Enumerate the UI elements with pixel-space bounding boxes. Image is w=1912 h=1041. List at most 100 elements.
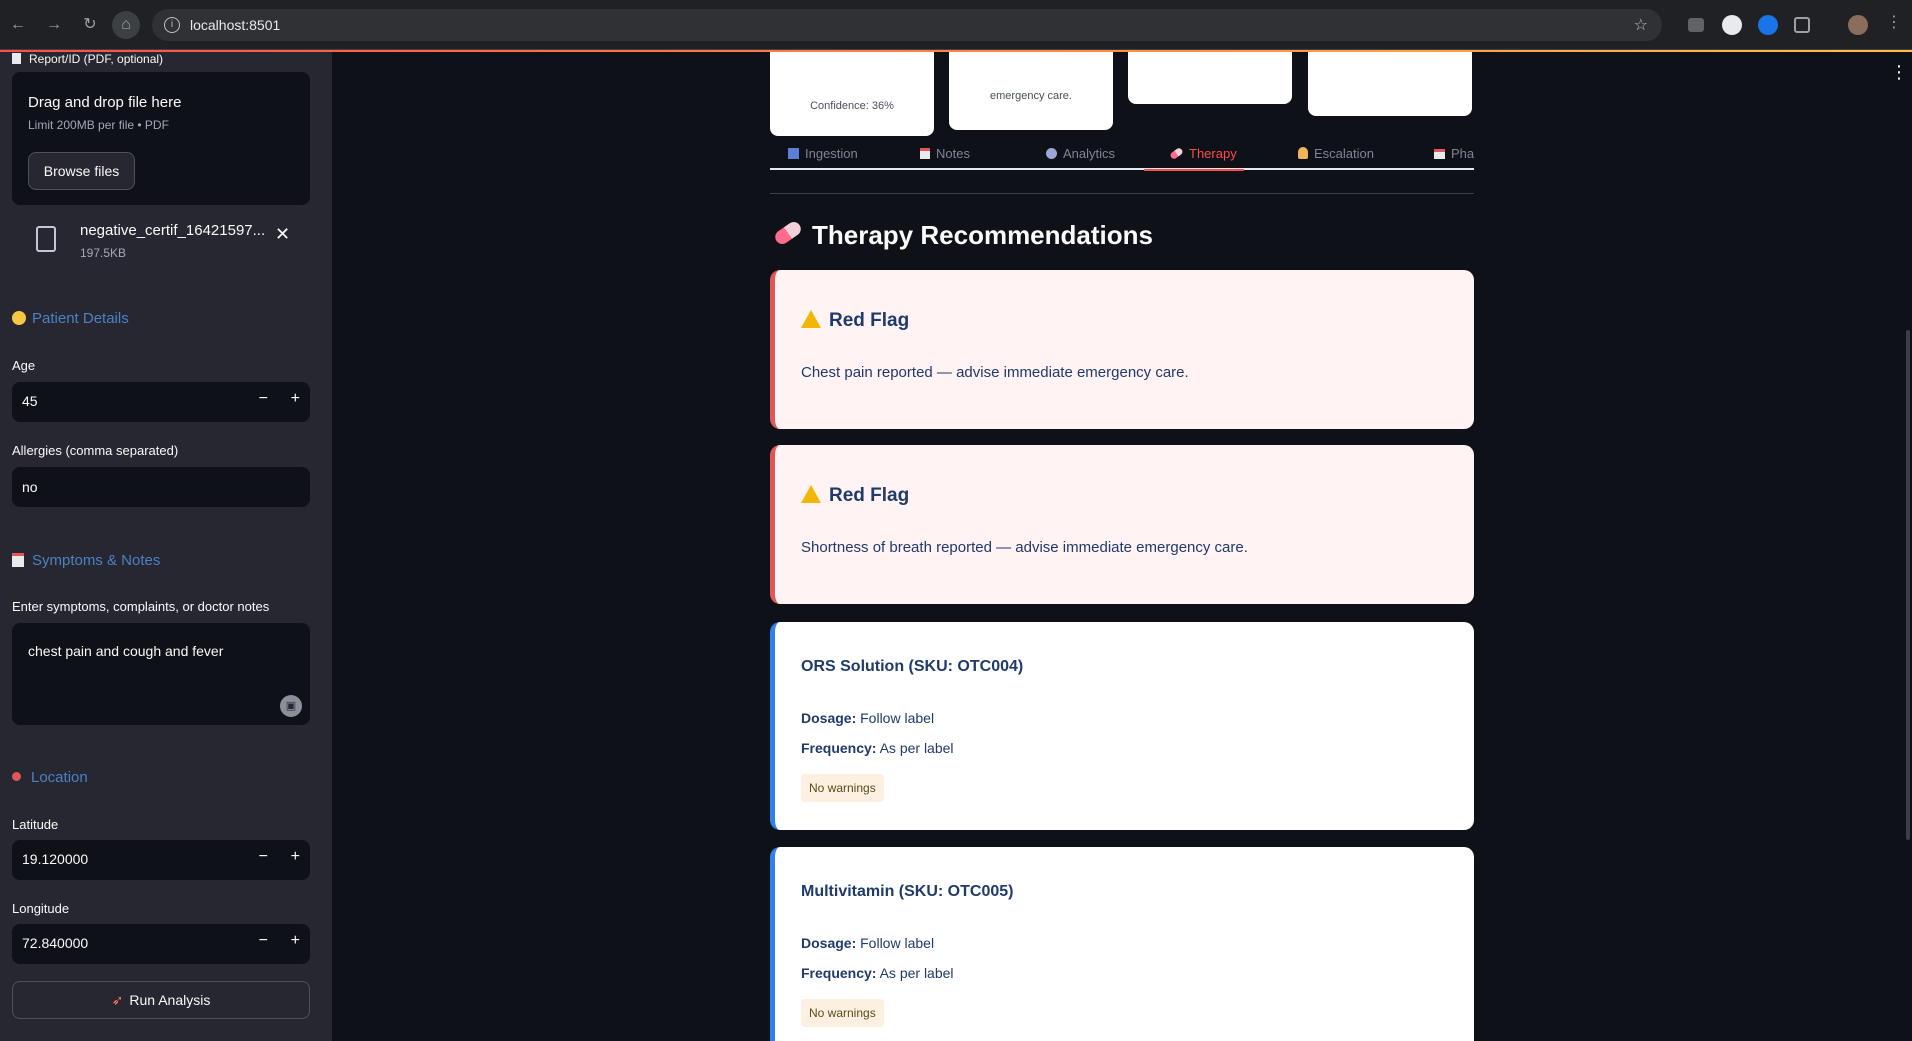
file-name: negative_certif_16421597... — [80, 222, 266, 239]
grammar-assist-icon[interactable]: ▣ — [280, 695, 302, 717]
patient-details-heading: Patient Details — [12, 310, 129, 327]
decrement-icon[interactable]: − — [259, 848, 268, 866]
analytics-icon — [1046, 148, 1057, 159]
home-icon[interactable]: ⌂ — [112, 11, 140, 39]
frequency-value: As per label — [879, 740, 954, 756]
metric-card: Confidence: 36% — [770, 52, 934, 136]
metric-card: emergency care. — [949, 52, 1113, 130]
main-content: Confidence: 36% emergency care. Ingestio… — [332, 52, 1912, 1041]
dosage-value: Follow label — [860, 710, 935, 726]
section-title: Therapy Recommendations — [772, 219, 1153, 251]
file-icon — [36, 226, 56, 252]
pill-icon — [1169, 146, 1184, 161]
extension-icon[interactable] — [1758, 15, 1778, 35]
medication-title: ORS Solution (SKU: OTC004) — [801, 658, 1024, 675]
url-text: localhost:8501 — [190, 17, 281, 33]
forward-icon[interactable]: → — [42, 13, 66, 37]
warning-icon — [801, 485, 821, 503]
pharmacy-icon — [1434, 149, 1445, 159]
metric-card-text: emergency care. — [990, 90, 1072, 102]
notes-icon — [920, 148, 930, 159]
allergies-value[interactable]: no — [22, 479, 38, 495]
active-tab-indicator — [1144, 169, 1244, 171]
extension-icon[interactable] — [1722, 15, 1742, 35]
longitude-label: Longitude — [12, 901, 70, 916]
tab-therapy[interactable]: Therapy — [1169, 146, 1237, 161]
tab-pharmacy[interactable]: Pha — [1434, 146, 1474, 161]
age-input[interactable]: 45 − + — [12, 382, 310, 422]
tab-notes[interactable]: Notes — [920, 146, 970, 161]
file-uploader-dropzone[interactable]: Drag and drop file here Limit 200MB per … — [12, 72, 310, 205]
red-flag-title: Red Flag — [801, 308, 909, 332]
allergies-input[interactable]: no — [12, 467, 310, 507]
decrement-icon[interactable]: − — [259, 932, 268, 950]
dropzone-limit: Limit 200MB per file • PDF — [28, 118, 169, 132]
warning-badge: No warnings — [801, 774, 884, 802]
frequency-value: As per label — [879, 965, 954, 981]
doctor-icon — [1298, 147, 1308, 159]
increment-icon[interactable]: + — [291, 390, 300, 408]
remove-file-icon[interactable]: ✕ — [275, 224, 290, 245]
run-analysis-label: Run Analysis — [129, 992, 211, 1008]
symptoms-heading: Symptoms & Notes — [12, 552, 160, 569]
decrement-icon[interactable]: − — [259, 390, 268, 408]
tab-label: Ingestion — [805, 146, 858, 161]
dosage-row: Dosage: Follow label — [801, 935, 934, 951]
info-icon[interactable]: i — [164, 17, 180, 33]
document-icon — [12, 53, 21, 64]
warning-icon — [801, 310, 821, 328]
symptoms-textarea[interactable]: chest pain and cough and fever ▣ — [12, 623, 310, 725]
tab-escalation[interactable]: Escalation — [1298, 146, 1374, 161]
inbox-icon — [788, 148, 799, 159]
tab-label: Analytics — [1063, 146, 1116, 161]
scrollbar[interactable] — [1906, 330, 1910, 840]
latitude-label: Latitude — [12, 817, 59, 832]
dropzone-title: Drag and drop file here — [28, 94, 182, 111]
red-flag-title-text: Red Flag — [829, 310, 910, 331]
tab-ingestion[interactable]: Ingestion — [788, 146, 858, 161]
tab-bar: Ingestion Notes Analytics Therapy Escala… — [770, 138, 1474, 170]
address-bar[interactable]: i localhost:8501 ☆ — [152, 9, 1662, 41]
medication-title: Multivitamin (SKU: OTC005) — [801, 883, 1014, 900]
longitude-value[interactable]: 72.840000 — [22, 935, 88, 951]
metric-card — [1308, 52, 1472, 116]
browse-files-button[interactable]: Browse files — [28, 152, 135, 190]
increment-icon[interactable]: + — [291, 932, 300, 950]
frequency-key: Frequency: — [801, 965, 877, 981]
menu-icon[interactable]: ⋮ — [1886, 12, 1902, 32]
frequency-row: Frequency: As per label — [801, 740, 954, 756]
medication-card: Multivitamin (SKU: OTC005) Dosage: Follo… — [770, 847, 1474, 1041]
dosage-row: Dosage: Follow label — [801, 710, 934, 726]
extensions-icon[interactable] — [1794, 17, 1810, 33]
app-menu-icon[interactable]: ⋮ — [1890, 62, 1908, 83]
dosage-key: Dosage: — [801, 935, 857, 951]
location-heading: Location — [12, 769, 88, 786]
tab-label: Therapy — [1189, 146, 1237, 161]
longitude-input[interactable]: 72.840000 − + — [12, 924, 310, 964]
red-flag-text: Chest pain reported — advise immediate e… — [801, 364, 1189, 381]
reload-icon[interactable]: ↻ — [78, 13, 102, 37]
back-icon[interactable]: ← — [6, 13, 30, 37]
file-size: 197.5KB — [80, 246, 127, 260]
pin-icon — [12, 772, 21, 781]
latitude-input[interactable]: 19.120000 − + — [12, 840, 310, 880]
patient-details-heading-text: Patient Details — [32, 310, 129, 327]
age-value[interactable]: 45 — [22, 393, 38, 409]
warning-badge: No warnings — [801, 999, 884, 1027]
tab-analytics[interactable]: Analytics — [1046, 146, 1115, 161]
tabs-divider — [770, 193, 1474, 194]
red-flag-card: Red Flag Chest pain reported — advise im… — [770, 270, 1474, 429]
tab-search-icon[interactable] — [1688, 18, 1704, 32]
location-heading-text: Location — [31, 769, 88, 786]
symptoms-value[interactable]: chest pain and cough and fever — [28, 643, 223, 659]
profile-icon[interactable] — [1848, 15, 1868, 35]
frequency-row: Frequency: As per label — [801, 965, 954, 981]
red-flag-card: Red Flag Shortness of breath reported — … — [770, 445, 1474, 604]
section-title-text: Therapy Recommendations — [812, 220, 1153, 250]
allergies-label: Allergies (comma separated) — [12, 443, 179, 458]
star-icon[interactable]: ☆ — [1634, 15, 1648, 35]
run-analysis-button[interactable]: ➶ Run Analysis — [12, 981, 310, 1019]
pill-icon — [772, 219, 804, 247]
latitude-value[interactable]: 19.120000 — [22, 851, 88, 867]
increment-icon[interactable]: + — [291, 848, 300, 866]
